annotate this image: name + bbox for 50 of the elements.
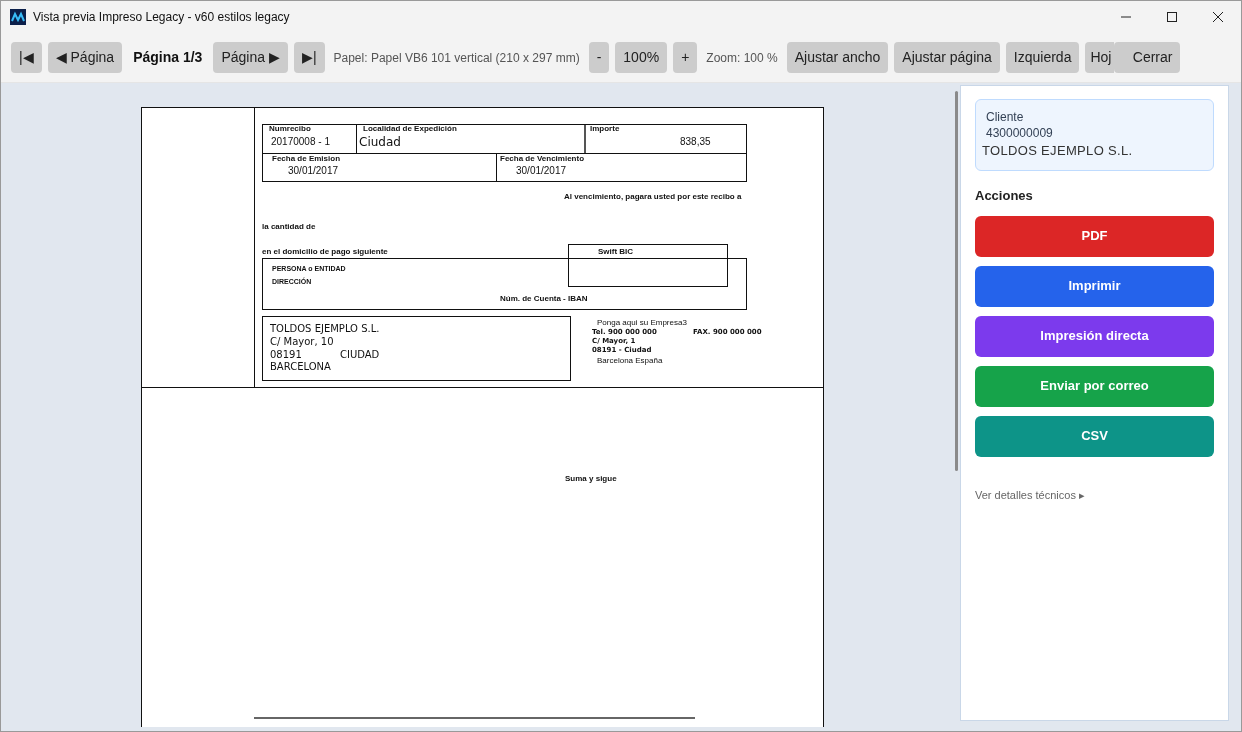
details-link[interactable]: Ver detalles técnicos ▸ (975, 486, 1214, 503)
toolbar-button[interactable]: ▶| (293, 42, 325, 73)
toolbar-button[interactable]: Hoj (1085, 42, 1115, 73)
document-text: Al vencimiento, pagara usted por este recibo a (564, 193, 742, 201)
window-title: Vista previa Impreso Legacy - v60 estilos legacy (33, 9, 290, 26)
client-code: 4300000009 (986, 125, 1054, 141)
company-country: Barcelona España (597, 357, 663, 365)
app-logo-icon (10, 9, 26, 25)
client-name: TOLDOS EJEMPLO S.L. (982, 142, 1134, 160)
document-text: la cantidad de (262, 223, 316, 231)
toolbar-button[interactable]: + (673, 42, 698, 73)
section-title: Acciones (975, 187, 1034, 205)
info-text: Papel: Papel VB6 101 vertical (210 x 297 mm) (332, 49, 581, 67)
action-button[interactable]: CSV (975, 415, 1214, 457)
amount-value: 838,35 (680, 137, 711, 147)
toolbar-button[interactable]: 100% (615, 42, 668, 73)
toolbar-button[interactable]: Izquierda (1005, 42, 1080, 73)
field-label: Swift BIC (598, 248, 634, 256)
toolbar-button[interactable]: ◀ Página (47, 42, 123, 73)
document-text: en el domicilio de pago siguiente (262, 248, 388, 256)
address-line: TOLDOS EJEMPLO S.L. (270, 324, 380, 334)
toolbar-button[interactable]: Ajustar página (894, 42, 1000, 73)
field-label: Núm. de Cuenta - IBAN (500, 295, 588, 303)
field-label: Localidad de Expedición (363, 125, 457, 133)
due-date: 30/01/2017 (516, 166, 567, 176)
field-label: Fecha de Emision (272, 155, 341, 163)
action-button[interactable]: Impresión directa (975, 315, 1214, 357)
issue-place: Ciudad (359, 136, 401, 148)
toolbar-button[interactable]: |◀ (11, 42, 42, 73)
address-line: C/ Mayor, 10 (270, 337, 334, 347)
info-text: Zoom: 100 % (705, 49, 779, 67)
city: CIUDAD (340, 350, 380, 360)
toolbar-button[interactable]: Ajustar ancho (786, 42, 889, 73)
footer-text: Suma y sigue (565, 475, 617, 483)
action-button[interactable]: Imprimir (975, 265, 1214, 307)
scrollbar[interactable] (955, 91, 958, 471)
toolbar-button[interactable]: - (588, 42, 610, 73)
receipt-number: 20170008 - 1 (271, 137, 330, 147)
field-label: Importe (590, 125, 620, 133)
issue-date: 30/01/2017 (288, 166, 339, 176)
company-name: Ponga aqui su Empresa3 (597, 319, 687, 327)
page-indicator: Página 1/3 (132, 48, 204, 67)
field-label: Numrecibo (269, 125, 311, 133)
postal-code: 08191 (270, 350, 302, 360)
address-line: BARCELONA (270, 362, 331, 372)
toolbar-button[interactable]: Página ▶ (213, 42, 288, 73)
client-label: Cliente (986, 109, 1025, 125)
action-button[interactable]: PDF (975, 215, 1214, 257)
field-label: Fecha de Vencimiento (500, 155, 585, 163)
toolbar-button[interactable]: Cerrar (1114, 42, 1181, 73)
